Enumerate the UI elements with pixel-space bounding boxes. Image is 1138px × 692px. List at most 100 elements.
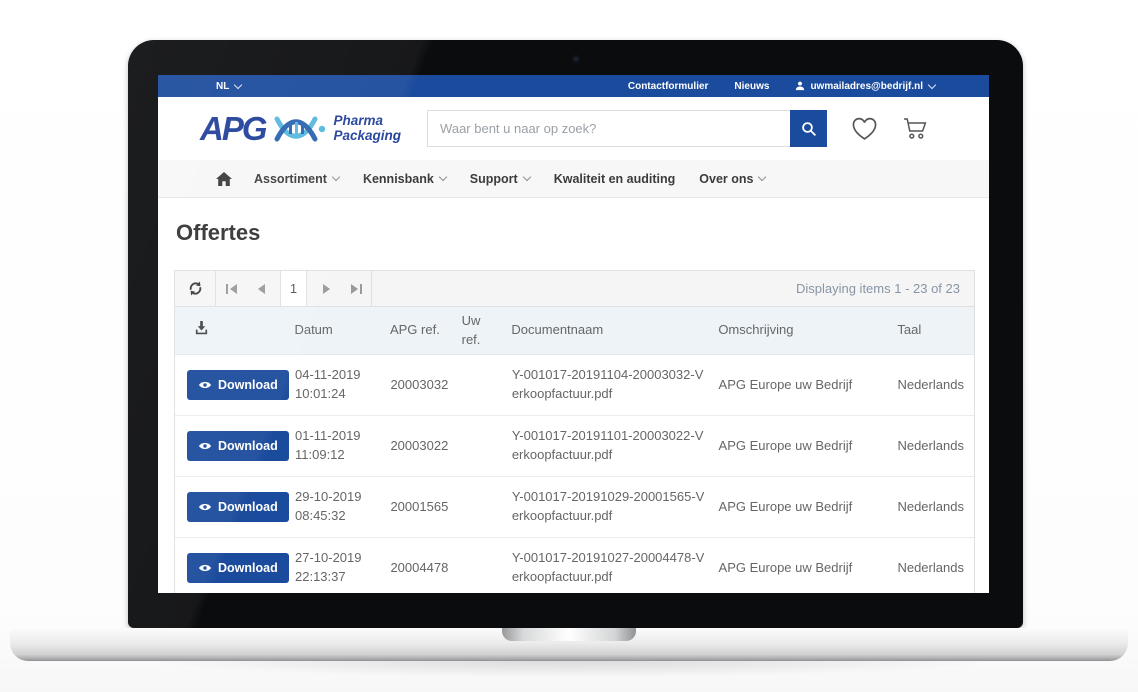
nav-item-label: Kwaliteit en auditing	[554, 172, 676, 186]
pager-last-button[interactable]	[341, 271, 371, 306]
search-icon	[801, 121, 817, 137]
pager-first-button[interactable]	[216, 271, 246, 306]
cart-button[interactable]	[902, 116, 930, 141]
cell-omschrijving: APG Europe uw Bedrijf	[719, 559, 898, 578]
column-apg-ref[interactable]: APG ref.	[390, 321, 462, 340]
column-datum[interactable]: Datum	[294, 321, 390, 340]
pager-current-page[interactable]: 1	[280, 271, 307, 306]
last-page-icon	[360, 284, 362, 294]
site-topbar: NL Contactformulier Nieuws uwmailadres@b…	[158, 75, 989, 97]
account-menu[interactable]: uwmailadres@bedrijf.nl	[795, 81, 935, 92]
nav-item-support[interactable]: Support	[470, 172, 530, 186]
table-header-row: Datum APG ref. Uw ref. Documentnaam Omsc…	[175, 307, 974, 355]
pager-prev-button[interactable]	[246, 271, 276, 306]
table-row: Download 29-10-2019 08:45:32 20001565 Y-…	[175, 477, 974, 538]
cell-datum: 27-10-2019 22:13:37	[295, 549, 390, 587]
cell-documentnaam: Y-001017-20191029-20001565-Verkoopfactuu…	[512, 488, 719, 526]
download-button[interactable]: Download	[187, 553, 289, 583]
chevron-down-icon	[758, 173, 766, 181]
download-button[interactable]: Download	[187, 370, 289, 400]
column-taal[interactable]: Taal	[897, 321, 974, 340]
language-label: NL	[216, 81, 229, 92]
cart-icon	[902, 116, 930, 141]
laptop-screen-bezel: NL Contactformulier Nieuws uwmailadres@b…	[128, 40, 1023, 628]
nav-home-button[interactable]	[216, 172, 232, 186]
cell-taal: Nederlands	[897, 498, 974, 517]
search-input[interactable]	[427, 110, 790, 147]
laptop-mockup: NL Contactformulier Nieuws uwmailadres@b…	[0, 0, 1138, 692]
nav-item-label: Assortiment	[254, 172, 327, 186]
download-button-label: Download	[218, 439, 278, 453]
chevron-down-icon	[439, 173, 447, 181]
download-button-label: Download	[218, 561, 278, 575]
cell-download: Download	[187, 431, 295, 461]
eye-icon	[198, 563, 212, 573]
chevron-down-icon	[928, 80, 936, 88]
account-email: uwmailadres@bedrijf.nl	[810, 81, 923, 92]
site-header: APG Pharma Packaging	[158, 97, 989, 160]
cell-taal: Nederlands	[897, 559, 974, 578]
refresh-icon	[187, 280, 204, 297]
nav-item-over-ons[interactable]: Over ons	[699, 172, 765, 186]
wishlist-button[interactable]	[851, 117, 878, 141]
cell-apg-ref: 20001565	[390, 498, 462, 517]
main-nav: Assortiment Kennisbank Support Kwaliteit…	[158, 160, 989, 198]
chevron-down-icon	[522, 173, 530, 181]
cell-date: 04-11-2019	[295, 366, 380, 385]
last-page-icon	[351, 284, 358, 294]
cell-omschrijving: APG Europe uw Bedrijf	[719, 437, 898, 456]
nav-item-kennisbank[interactable]: Kennisbank	[363, 172, 446, 186]
cell-date: 29-10-2019	[295, 488, 380, 507]
pager-status-text: Displaying items 1 - 23 of 23	[372, 281, 974, 296]
browser-viewport: NL Contactformulier Nieuws uwmailadres@b…	[158, 75, 989, 593]
download-button[interactable]: Download	[187, 492, 289, 522]
logo-tagline: Pharma Packaging	[334, 114, 402, 143]
logo-brand-text: APG	[200, 112, 266, 145]
page-content: Offertes	[158, 198, 989, 593]
download-button-label: Download	[218, 378, 278, 392]
webcam-dot	[573, 56, 579, 62]
download-button[interactable]: Download	[187, 431, 289, 461]
cell-omschrijving: APG Europe uw Bedrijf	[719, 498, 898, 517]
nav-item-assortiment[interactable]: Assortiment	[254, 172, 339, 186]
company-logo[interactable]: APG Pharma Packaging	[200, 112, 401, 146]
cell-time: 08:45:32	[295, 507, 380, 526]
topbar-link-nieuws[interactable]: Nieuws	[734, 81, 769, 92]
nav-item-label: Over ons	[699, 172, 753, 186]
nav-item-label: Support	[470, 172, 518, 186]
column-uw-ref[interactable]: Uw ref.	[462, 312, 512, 350]
cell-datum: 04-11-2019 10:01:24	[295, 366, 390, 404]
laptop-base-notch	[502, 628, 636, 641]
table-row: Download 04-11-2019 10:01:24 20003032 Y-…	[175, 355, 974, 416]
topbar-link-contactformulier[interactable]: Contactformulier	[628, 81, 709, 92]
user-icon	[795, 81, 805, 91]
cell-download: Download	[187, 492, 295, 522]
refresh-button[interactable]	[175, 271, 215, 306]
laptop-reflection	[0, 661, 1138, 691]
cell-documentnaam: Y-001017-20191104-20003032-Verkoopfactuu…	[512, 366, 719, 404]
first-page-icon	[226, 284, 228, 294]
search-button[interactable]	[790, 110, 827, 147]
next-page-icon	[323, 284, 330, 294]
chevron-down-icon	[332, 173, 340, 181]
prev-page-icon	[258, 284, 265, 294]
table-body: Download 04-11-2019 10:01:24 20003032 Y-…	[175, 355, 974, 593]
language-selector[interactable]: NL	[216, 81, 241, 92]
cell-datum: 01-11-2019 11:09:12	[295, 427, 390, 465]
home-icon	[216, 172, 232, 186]
dna-helix-icon	[274, 112, 328, 146]
column-documentnaam[interactable]: Documentnaam	[511, 321, 718, 340]
pager-next-button[interactable]	[311, 271, 341, 306]
nav-item-kwaliteit-en-auditing[interactable]: Kwaliteit en auditing	[554, 172, 676, 186]
column-omschrijving[interactable]: Omschrijving	[718, 321, 897, 340]
cell-date: 01-11-2019	[295, 427, 380, 446]
cell-time: 11:09:12	[295, 446, 380, 465]
cell-omschrijving: APG Europe uw Bedrijf	[719, 376, 898, 395]
cell-apg-ref: 20004478	[390, 559, 462, 578]
cell-download: Download	[187, 370, 295, 400]
chevron-down-icon	[234, 80, 242, 88]
table-row: Download 27-10-2019 22:13:37 20004478 Y-…	[175, 538, 974, 593]
eye-icon	[198, 502, 212, 512]
cell-time: 10:01:24	[295, 385, 380, 404]
logo-tagline-line1: Pharma	[334, 114, 402, 129]
